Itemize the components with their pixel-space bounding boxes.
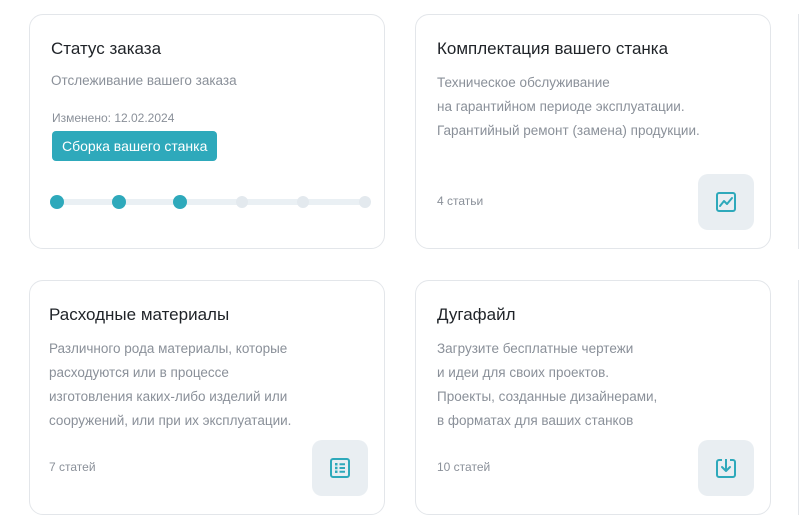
machine-kit-card[interactable]: Комплектация вашего станка Техническое о…: [415, 14, 771, 249]
progress-step-pending: [297, 196, 310, 208]
description-line: Различного рода материалы, которые: [49, 341, 288, 356]
description-line: на гарантийном периоде эксплуатации.: [437, 99, 685, 114]
description-line: расходуются или в процессе: [49, 365, 229, 380]
articles-count: 10 статей: [437, 460, 491, 474]
consumables-description: Различного рода материалы, которые расхо…: [49, 337, 291, 433]
consumables-card[interactable]: Расходные материалы Различного рода мате…: [29, 280, 385, 515]
dugafile-download-button[interactable]: [698, 440, 754, 496]
description-line: и идеи для своих проектов.: [437, 365, 609, 380]
dugafile-card[interactable]: Дугафайл Загрузите бесплатные чертежи и …: [415, 280, 771, 515]
next-card-edge: [798, 14, 802, 249]
order-status-subtitle: Отслеживание вашего заказа: [51, 73, 237, 88]
progress-track: [52, 199, 366, 205]
machine-kit-description: Техническое обслуживание на гарантийном …: [437, 71, 700, 143]
list-icon: [330, 458, 350, 478]
download-icon: [716, 459, 736, 478]
progress-step-done: [173, 195, 188, 209]
description-line: Проекты, созданные дизайнерами,: [437, 389, 658, 404]
consumables-button[interactable]: [312, 440, 368, 496]
order-changed-date: Изменено: 12.02.2024: [52, 111, 175, 125]
description-line: в форматах для ваших станков: [437, 413, 634, 428]
chart-icon: [716, 192, 736, 212]
dugafile-description: Загрузите бесплатные чертежи и идеи для …: [437, 337, 657, 433]
description-line: Загрузите бесплатные чертежи: [437, 341, 634, 356]
articles-count: 7 статей: [49, 460, 96, 474]
order-status-title: Статус заказа: [51, 39, 162, 58]
description-line: изготовления каких-либо изделий или: [49, 389, 288, 404]
status-badge: Сборка вашего станка: [52, 131, 218, 161]
progress-step-pending: [235, 196, 248, 208]
machine-kit-title: Комплектация вашего станка: [437, 39, 669, 58]
description-line: Техническое обслуживание: [437, 75, 610, 90]
progress-step-done: [50, 195, 64, 209]
consumables-title: Расходные материалы: [49, 305, 230, 324]
articles-count: 4 статьи: [437, 194, 484, 208]
description-line: Гарантийный ремонт (замена) продукции.: [437, 123, 700, 138]
progress-step-done: [111, 195, 126, 209]
progress-step-pending: [359, 196, 371, 208]
dugafile-title: Дугафайл: [437, 305, 516, 324]
description-line: сооружений, или при их эксплуатации.: [49, 413, 292, 428]
next-card-edge: [798, 280, 802, 515]
machine-kit-button[interactable]: [698, 174, 754, 230]
order-status-card[interactable]: Статус заказа Отслеживание вашего заказа…: [29, 14, 385, 249]
